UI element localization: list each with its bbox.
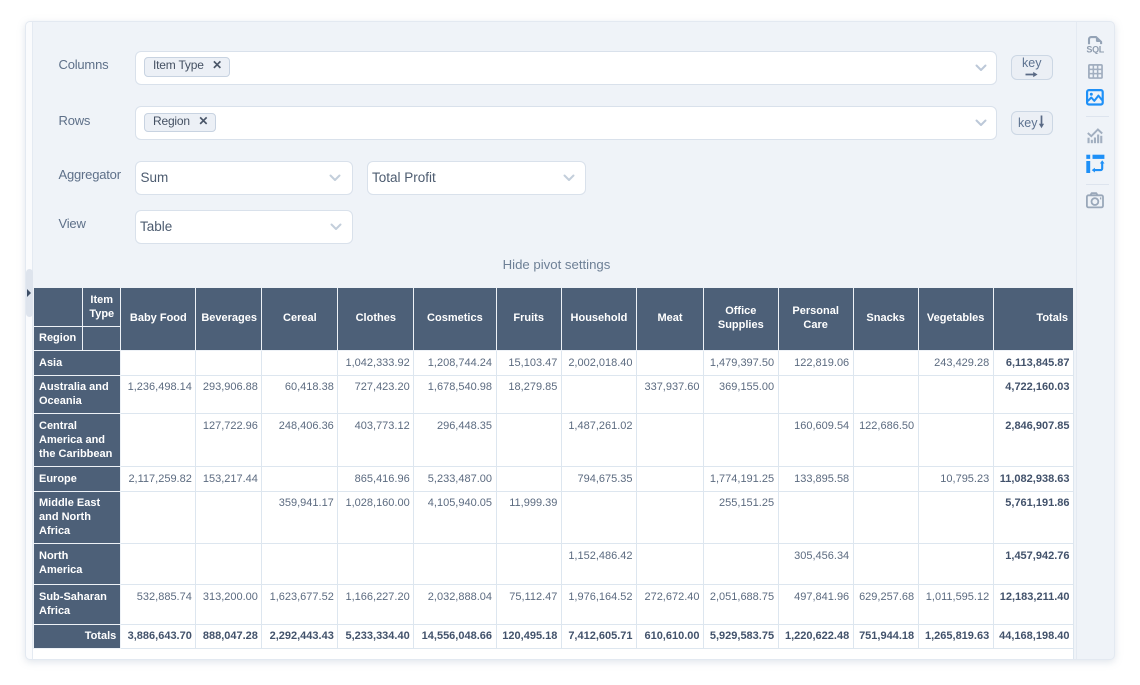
svg-text:SQL: SQL (1086, 44, 1104, 54)
